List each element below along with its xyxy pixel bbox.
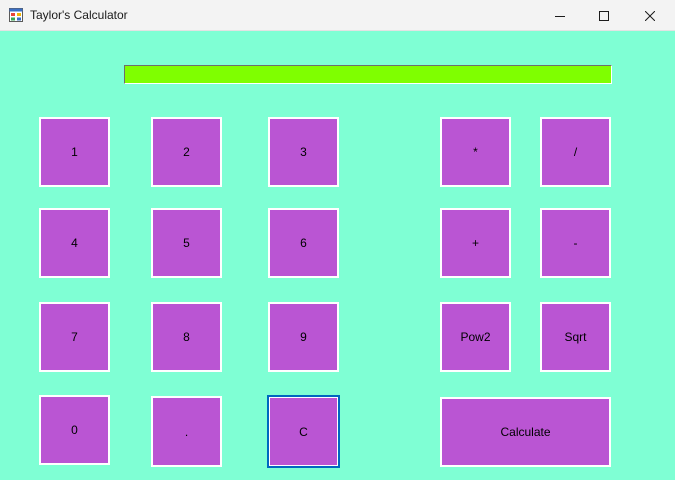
sqrt-button[interactable]: Sqrt bbox=[540, 302, 611, 372]
add-button[interactable]: + bbox=[440, 208, 511, 278]
digit-9-button[interactable]: 9 bbox=[268, 302, 339, 372]
digit-3-button[interactable]: 3 bbox=[268, 117, 339, 187]
window-title: Taylor's Calculator bbox=[30, 8, 128, 22]
close-button[interactable] bbox=[627, 0, 673, 31]
maximize-icon bbox=[599, 10, 609, 21]
minimize-icon bbox=[555, 11, 565, 21]
digit-4-button[interactable]: 4 bbox=[39, 208, 110, 278]
digit-8-button[interactable]: 8 bbox=[151, 302, 222, 372]
close-icon bbox=[645, 10, 655, 21]
digit-6-button[interactable]: 6 bbox=[268, 208, 339, 278]
digit-2-button[interactable]: 2 bbox=[151, 117, 222, 187]
form-icon[interactable] bbox=[9, 8, 23, 22]
clear-button[interactable]: C bbox=[267, 395, 340, 468]
digit-0-button[interactable]: 0 bbox=[39, 395, 110, 465]
display-field[interactable] bbox=[124, 65, 612, 84]
title-bar[interactable]: Taylor's Calculator bbox=[0, 0, 675, 31]
multiply-button[interactable]: * bbox=[440, 117, 511, 187]
maximize-button[interactable] bbox=[581, 0, 627, 31]
calculate-button[interactable]: Calculate bbox=[440, 397, 611, 467]
minimize-button[interactable] bbox=[537, 0, 583, 31]
digit-5-button[interactable]: 5 bbox=[151, 208, 222, 278]
divide-button[interactable]: / bbox=[540, 117, 611, 187]
digit-1-button[interactable]: 1 bbox=[39, 117, 110, 187]
digit-7-button[interactable]: 7 bbox=[39, 302, 110, 372]
pow2-button[interactable]: Pow2 bbox=[440, 302, 511, 372]
subtract-button[interactable]: - bbox=[540, 208, 611, 278]
decimal-point-button[interactable]: . bbox=[151, 396, 222, 467]
